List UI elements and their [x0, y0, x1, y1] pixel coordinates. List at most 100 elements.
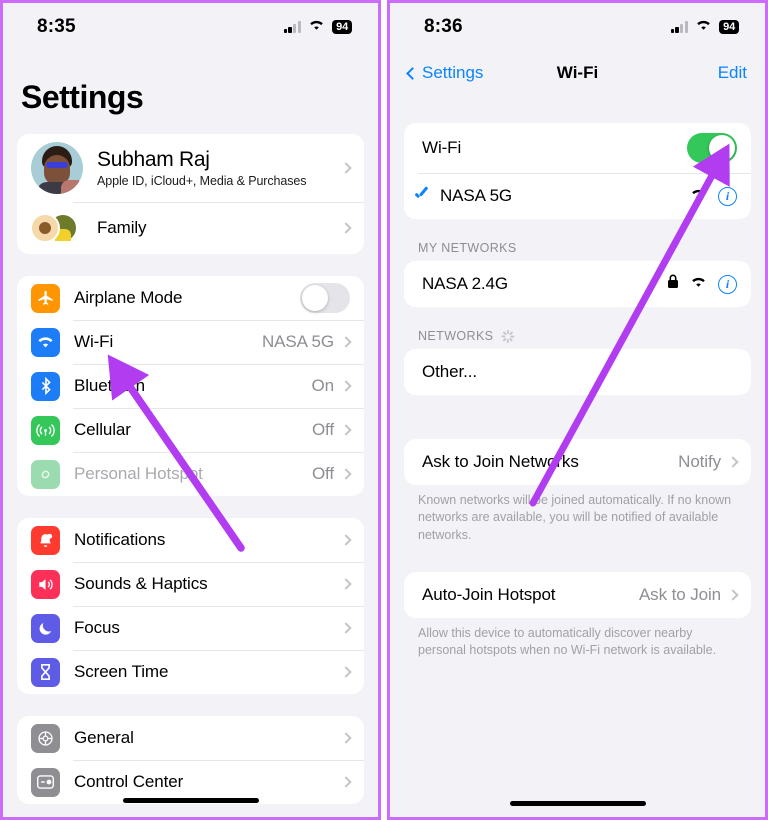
controlcenter-icon [31, 767, 60, 797]
sounds-icon [31, 569, 60, 599]
status-indicators: 94 [670, 18, 739, 36]
sidebar-item-label: Airplane Mode [74, 288, 183, 307]
connected-network-row[interactable]: NASA 5G i [404, 173, 751, 219]
family-row[interactable]: Family [17, 202, 364, 254]
my-networks-group: NASA 2.4G i [404, 261, 751, 307]
ask-to-join-row[interactable]: Ask to Join Networks Notify [404, 439, 751, 485]
connected-network-ssid: NASA 5G [440, 186, 513, 205]
network-trailing-icons: i [667, 274, 737, 294]
chevron-right-icon [340, 732, 352, 744]
auto-join-hotspot-value: Ask to Join [638, 584, 721, 604]
left-phone-settings-screen: 8:35 94 Settings Subham Raj Apple ID, iC… [0, 0, 381, 820]
chevron-right-icon [340, 468, 352, 480]
sidebar-item-bluetooth[interactable]: Bluetooth On [17, 364, 364, 408]
screentime-icon [31, 657, 60, 687]
wifi-signal-icon [690, 187, 707, 205]
wifi-toggle-row[interactable]: Wi-Fi [404, 123, 751, 173]
airplane-icon [31, 283, 60, 313]
wifi-icon [308, 18, 325, 36]
ask-to-join-footer: Known networks will be joined automatica… [418, 493, 732, 542]
ask-to-join-label: Ask to Join Networks [422, 452, 579, 471]
other-network-row[interactable]: Other... [404, 349, 751, 395]
sidebar-item-notifications[interactable]: Notifications [17, 518, 364, 562]
bluetooth-icon [31, 371, 60, 401]
focus-icon [31, 613, 60, 643]
system-group: General Control Center [17, 716, 364, 804]
battery-badge: 94 [719, 20, 739, 34]
auto-join-hotspot-footer: Allow this device to automatically disco… [418, 625, 717, 657]
chevron-right-icon [340, 424, 352, 436]
other-network-label: Other... [422, 362, 477, 381]
auto-join-hotspot-row[interactable]: Auto-Join Hotspot Ask to Join [404, 572, 751, 618]
signal-bars-icon [283, 21, 302, 33]
profile-subtitle: Apple ID, iCloud+, Media & Purchases [97, 174, 307, 189]
cellular-icon [31, 415, 60, 445]
sidebar-item-personal-hotspot[interactable]: Personal Hotspot Off [17, 452, 364, 496]
wifi-toggle[interactable] [687, 133, 737, 163]
home-indicator [509, 801, 646, 806]
info-button[interactable]: i [718, 186, 737, 206]
notifications-icon [31, 525, 60, 555]
sidebar-item-label: Focus [74, 618, 120, 637]
sidebar-item-label: Personal Hotspot [74, 464, 203, 483]
auto-join-hotspot-label: Auto-Join Hotspot [422, 584, 556, 604]
chevron-right-icon [340, 222, 352, 234]
nav-bar: Settings Wi-Fi Edit [390, 51, 765, 95]
lock-icon [667, 274, 679, 294]
cellular-value: Off [311, 420, 334, 439]
wifi-value: NASA 5G [261, 332, 334, 351]
wifi-signal-icon [690, 275, 707, 293]
chevron-right-icon [340, 622, 352, 634]
airplane-mode-toggle[interactable] [300, 283, 350, 313]
networks-header: NETWORKS [390, 307, 765, 349]
general-icon [31, 723, 60, 753]
page-title: Settings [21, 79, 144, 115]
sidebar-item-label: Wi-Fi [74, 332, 114, 351]
avatar [31, 142, 83, 194]
chevron-right-icon [340, 578, 352, 590]
sidebar-item-label: Cellular [74, 420, 131, 439]
profile-group: Subham Raj Apple ID, iCloud+, Media & Pu… [17, 134, 364, 254]
network-row[interactable]: NASA 2.4G i [404, 261, 751, 307]
home-indicator [122, 798, 259, 803]
wifi-icon [31, 327, 60, 357]
status-time: 8:35 [37, 16, 76, 37]
sidebar-item-label: Control Center [74, 772, 184, 791]
family-label: Family [97, 218, 147, 237]
sidebar-item-wifi[interactable]: Wi-Fi NASA 5G [17, 320, 364, 364]
sidebar-item-focus[interactable]: Focus [17, 606, 364, 650]
hotspot-icon [31, 459, 60, 489]
back-button[interactable]: Settings [406, 63, 483, 83]
sidebar-item-label: Bluetooth [74, 376, 145, 395]
network-ssid: NASA 2.4G [422, 274, 509, 293]
info-button[interactable]: i [718, 274, 737, 294]
networks-header-label: NETWORKS [418, 329, 494, 343]
wifi-toggle-label: Wi-Fi [422, 138, 462, 157]
right-phone-wifi-screen: 8:36 94 Settings Wi-Fi Edit Wi-Fi NASA 5… [387, 0, 768, 820]
networks-group: Other... [404, 349, 751, 395]
sidebar-item-general[interactable]: General [17, 716, 364, 760]
status-bar: 8:35 94 [3, 3, 378, 51]
sidebar-item-airplane-mode[interactable]: Airplane Mode [17, 276, 364, 320]
status-time: 8:36 [424, 16, 463, 37]
profile-text: Subham Raj Apple ID, iCloud+, Media & Pu… [97, 148, 340, 188]
chevron-right-icon [340, 162, 352, 174]
chevron-right-icon [340, 776, 352, 788]
sidebar-item-screen-time[interactable]: Screen Time [17, 650, 364, 694]
loading-spinner-icon [501, 329, 515, 343]
edit-button[interactable]: Edit [718, 63, 747, 83]
chevron-right-icon [340, 336, 352, 348]
chevron-right-icon [340, 534, 352, 546]
chevron-right-icon [340, 380, 352, 392]
alerts-group: Notifications Sounds & Haptics Focus Scr… [17, 518, 364, 694]
my-networks-header-label: MY NETWORKS [418, 241, 517, 255]
apple-id-row[interactable]: Subham Raj Apple ID, iCloud+, Media & Pu… [17, 134, 364, 202]
battery-badge: 94 [332, 20, 352, 34]
sidebar-item-label: Sounds & Haptics [74, 574, 208, 593]
sidebar-item-cellular[interactable]: Cellular Off [17, 408, 364, 452]
network-trailing-icons: i [690, 186, 737, 206]
ask-to-join-group: Ask to Join Networks Notify [404, 439, 751, 485]
sidebar-item-sounds-haptics[interactable]: Sounds & Haptics [17, 562, 364, 606]
bluetooth-value: On [311, 376, 335, 395]
chevron-right-icon [340, 666, 352, 678]
